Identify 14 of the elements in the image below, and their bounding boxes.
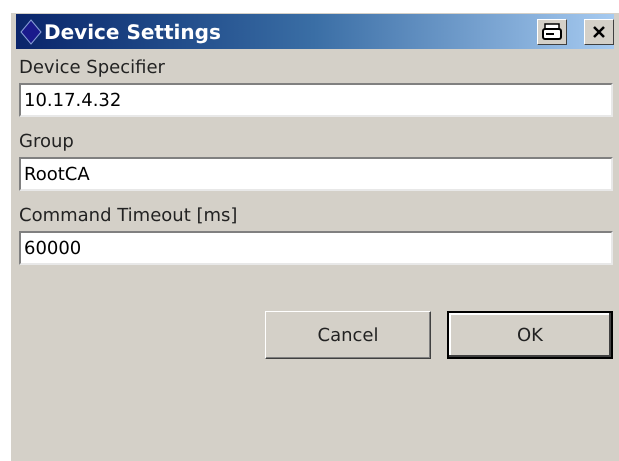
input-field[interactable]: 60000 [19,231,613,265]
input-field[interactable]: 10.17.4.32 [19,83,613,117]
field-label: Group [19,131,75,153]
close-icon [592,24,606,38]
field-label: Command Timeout [ms] [19,205,238,227]
diamond-icon [20,18,42,44]
window-title: Device Settings [44,18,221,46]
dialog-button[interactable]: Cancel [265,311,431,359]
close-button[interactable] [584,18,614,44]
printer-icon [542,22,562,40]
input-field[interactable]: RootCA [19,157,613,191]
dialog-button[interactable]: OK [447,311,613,359]
field-label: Device Specifier [19,57,166,79]
print-button[interactable] [537,18,567,44]
